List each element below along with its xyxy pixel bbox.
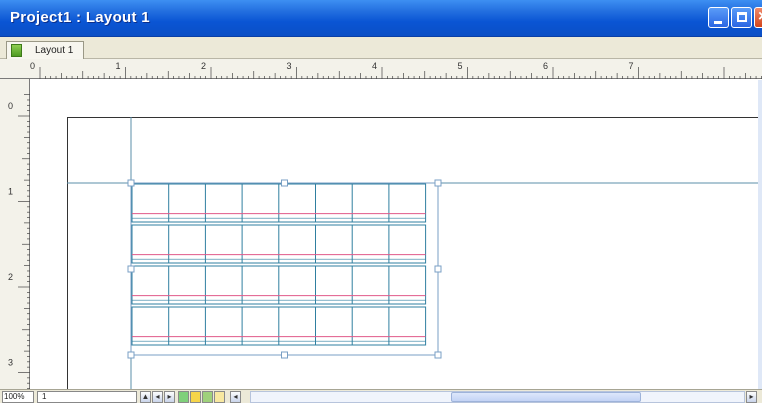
zoom-field[interactable]: 100% <box>2 391 34 403</box>
ruler-label: 1 <box>116 61 121 71</box>
ruler-label: 7 <box>629 61 634 71</box>
selection-handle[interactable] <box>434 351 442 359</box>
vertical-scrollbar[interactable] <box>758 80 762 389</box>
minimize-button[interactable] <box>708 7 729 28</box>
selection-handle[interactable] <box>127 179 135 187</box>
ruler-label: 2 <box>201 61 206 71</box>
tab-strip: Layout 1 <box>0 37 762 59</box>
selection-handle[interactable] <box>127 351 135 359</box>
first-page-button[interactable]: ▲ <box>140 391 151 403</box>
layout-canvas[interactable] <box>31 80 758 389</box>
selection-handle[interactable] <box>281 179 288 187</box>
ruler-label: 0 <box>8 101 13 111</box>
ruler-label: 3 <box>287 61 292 71</box>
ruler-label: 1 <box>8 187 13 197</box>
ruler-label: 6 <box>543 61 548 71</box>
selection-handle[interactable] <box>281 351 288 359</box>
layout-drawing <box>67 117 758 389</box>
selection-handle[interactable] <box>434 179 442 187</box>
ruler-label: 3 <box>8 358 13 368</box>
tab-label: Layout 1 <box>35 45 74 56</box>
ruler-label: 2 <box>8 272 13 282</box>
ruler-label: 0 <box>30 61 35 71</box>
status-bar: 100% 1 ▲ ◂ ▸ ◂ ▸ <box>0 389 762 403</box>
horizontal-scrollbar[interactable] <box>250 391 745 403</box>
view-mode-3-icon[interactable] <box>202 391 213 403</box>
selection-handle[interactable] <box>127 265 135 273</box>
selection-box <box>130 182 439 356</box>
horizontal-scroll-thumb[interactable] <box>451 392 641 402</box>
maximize-icon <box>737 12 747 22</box>
next-page-button[interactable]: ▸ <box>164 391 175 403</box>
close-icon: × <box>758 8 762 26</box>
horizontal-ruler[interactable]: 0 1 2 3 4 5 6 7 <box>0 59 762 79</box>
minimize-icon <box>714 21 722 24</box>
tab-layout-1[interactable]: Layout 1 <box>6 41 84 59</box>
vertical-ruler[interactable]: 0 1 2 3 <box>0 79 30 389</box>
view-mode-2-icon[interactable] <box>190 391 201 403</box>
view-mode-4-icon[interactable] <box>214 391 225 403</box>
layout-icon <box>11 44 22 57</box>
selection-handle[interactable] <box>434 265 442 273</box>
ruler-label: 5 <box>458 61 463 71</box>
maximize-button[interactable] <box>731 7 752 28</box>
vertical-ruler-ticks: 0 1 2 3 <box>8 94 30 389</box>
window-titlebar: Project1 : Layout 1 × <box>0 0 762 37</box>
window-title: Project1 : Layout 1 <box>10 9 150 26</box>
close-button[interactable]: × <box>754 7 762 28</box>
ruler-label: 4 <box>372 61 377 71</box>
prev-page-button[interactable]: ◂ <box>152 391 163 403</box>
horizontal-ruler-ticks: 0 1 2 3 4 5 6 7 <box>30 61 762 79</box>
scroll-left-button[interactable]: ◂ <box>230 391 241 403</box>
view-mode-1-icon[interactable] <box>178 391 189 403</box>
page-number-field[interactable]: 1 <box>37 391 137 403</box>
scroll-right-button[interactable]: ▸ <box>746 391 757 403</box>
